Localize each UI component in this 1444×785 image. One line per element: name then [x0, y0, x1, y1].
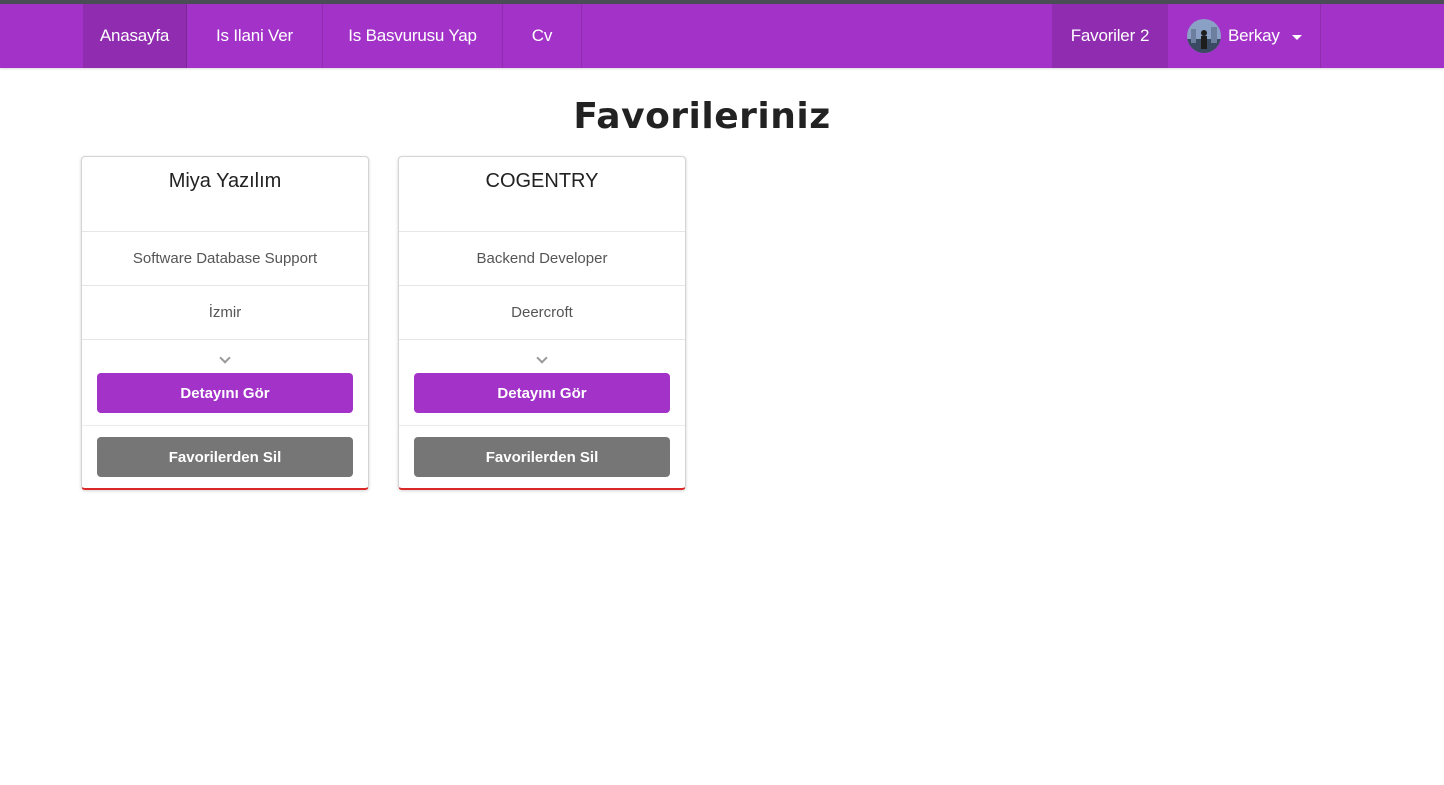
user-name: Berkay [1228, 26, 1280, 45]
nav-apply-job[interactable]: Is Basvurusu Yap [323, 4, 503, 68]
remove-favorite-button[interactable]: Favorilerden Sil [414, 437, 670, 477]
favorite-card: COGENTRY Backend Developer Deercroft Det… [398, 156, 686, 490]
divider [82, 425, 368, 426]
top-navbar: Anasayfa Is Ilani Ver Is Basvurusu Yap C… [0, 4, 1444, 68]
favorites-label: Favoriler [1070, 26, 1136, 45]
job-city: İzmir [82, 286, 368, 340]
job-city: Deercroft [399, 286, 685, 340]
nav-cv[interactable]: Cv [503, 4, 582, 68]
chevron-down-icon [536, 352, 548, 364]
user-menu[interactable]: Berkay [1168, 4, 1321, 68]
company-name: Miya Yazılım [82, 157, 368, 232]
chevron-down-icon [219, 352, 231, 364]
nav-favorites[interactable]: Favoriler 2 [1052, 4, 1168, 68]
view-details-button[interactable]: Detayını Gör [97, 373, 353, 413]
job-position: Backend Developer [399, 232, 685, 286]
favorite-card: Miya Yazılım Software Database Support İ… [81, 156, 369, 490]
nav-home[interactable]: Anasayfa [83, 4, 187, 68]
page-title: Favorileriniz [573, 96, 831, 137]
company-name: COGENTRY [399, 157, 685, 232]
view-details-button[interactable]: Detayını Gör [414, 373, 670, 413]
nav-post-job[interactable]: Is Ilani Ver [187, 4, 323, 68]
dropdown-caret-icon [1291, 35, 1302, 40]
remove-favorite-button[interactable]: Favorilerden Sil [97, 437, 353, 477]
favorites-count: 2 [1140, 26, 1150, 45]
job-position: Software Database Support [82, 232, 368, 286]
divider [399, 425, 685, 426]
user-avatar [1187, 19, 1221, 53]
